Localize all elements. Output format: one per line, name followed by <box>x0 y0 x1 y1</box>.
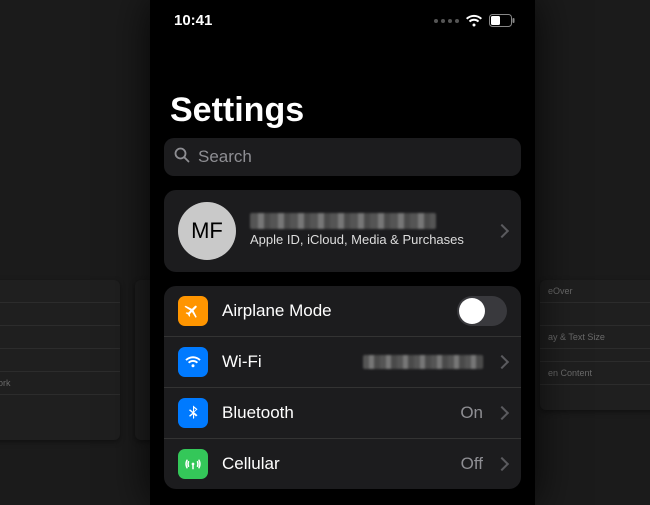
cellular-icon <box>178 449 208 479</box>
battery-icon <box>489 14 515 27</box>
avatar: MF <box>178 202 236 260</box>
row-label: Cellular <box>222 454 447 474</box>
profile-card: MF Apple ID, iCloud, Media & Purchases <box>164 190 521 272</box>
bg-panel-left: nders nders otos tooth al Network <box>0 280 120 440</box>
chevron-right-icon <box>495 457 509 471</box>
row-cellular[interactable]: Cellular Off <box>164 438 521 489</box>
connectivity-card: Airplane Mode Wi-Fi Bluetooth On Cellula… <box>164 286 521 489</box>
profile-row[interactable]: MF Apple ID, iCloud, Media & Purchases <box>164 190 521 272</box>
chevron-right-icon <box>495 355 509 369</box>
bluetooth-icon <box>178 398 208 428</box>
profile-name-redacted <box>250 213 436 229</box>
wifi-icon <box>465 14 483 28</box>
airplane-icon <box>178 296 208 326</box>
row-label: Airplane Mode <box>222 301 443 321</box>
row-detail: On <box>460 403 483 423</box>
chevron-right-icon <box>495 406 509 420</box>
row-detail: Off <box>461 454 483 474</box>
phone-screen: 10:41 Settings Search MF Apple ID, iClou… <box>150 0 535 505</box>
row-wifi[interactable]: Wi-Fi <box>164 336 521 387</box>
row-bluetooth[interactable]: Bluetooth On <box>164 387 521 438</box>
chevron-right-icon <box>495 224 509 238</box>
row-label: Bluetooth <box>222 403 446 423</box>
search-input[interactable]: Search <box>164 138 521 176</box>
wifi-network-redacted <box>363 355 483 369</box>
row-airplane-mode[interactable]: Airplane Mode <box>164 286 521 336</box>
search-icon <box>174 147 190 168</box>
page-title: Settings <box>150 35 535 138</box>
status-bar: 10:41 <box>150 0 535 35</box>
airplane-toggle[interactable] <box>457 296 507 326</box>
status-time: 10:41 <box>174 12 212 29</box>
search-placeholder: Search <box>198 147 252 167</box>
cellular-signal-icon <box>434 19 459 23</box>
bg-panel-right: eOverOff Off ay & Text Size en Content <box>540 280 650 410</box>
profile-subtitle: Apple ID, iCloud, Media & Purchases <box>250 232 483 249</box>
wifi-icon <box>178 347 208 377</box>
row-label: Wi-Fi <box>222 352 349 372</box>
